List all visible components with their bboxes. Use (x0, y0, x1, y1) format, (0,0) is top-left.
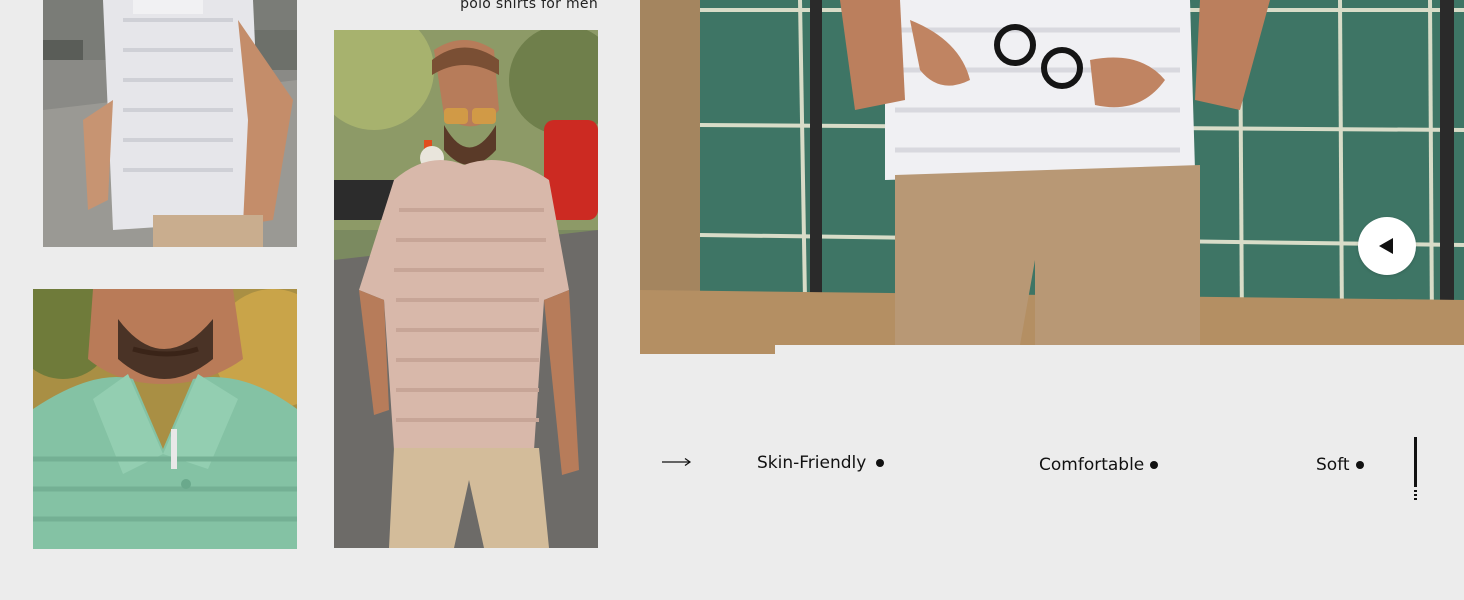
scroll-indicator[interactable] (1414, 437, 1417, 500)
photo-white-polo-walking (43, 0, 297, 247)
feature-item-soft: Soft (1316, 455, 1364, 475)
photo-white-polo-tiles (640, 0, 1464, 354)
previous-slide-button[interactable] (1358, 217, 1416, 275)
dot-icon (1355, 461, 1364, 469)
scroll-thumb[interactable] (1414, 437, 1417, 487)
dot-icon (876, 459, 885, 467)
feature-list: Skin-Friendly Comfortable Soft (0, 440, 1464, 500)
feature-label: Comfortable (1039, 455, 1145, 475)
caption-polo-shirts: polo shirts for men (460, 0, 598, 12)
feature-item-skin-friendly: Skin-Friendly (757, 453, 885, 473)
feature-label: Soft (1316, 455, 1350, 475)
feature-label: Skin-Friendly (757, 453, 867, 473)
scroll-track-dots (1414, 490, 1417, 500)
triangle-left-icon (1378, 238, 1393, 254)
hero-bottom-edge (775, 345, 1464, 354)
feature-item-comfortable: Comfortable (1039, 455, 1159, 475)
photo-green-polo-closeup (33, 289, 297, 549)
dot-icon (1150, 461, 1159, 469)
long-arrow-right-icon (662, 458, 692, 466)
